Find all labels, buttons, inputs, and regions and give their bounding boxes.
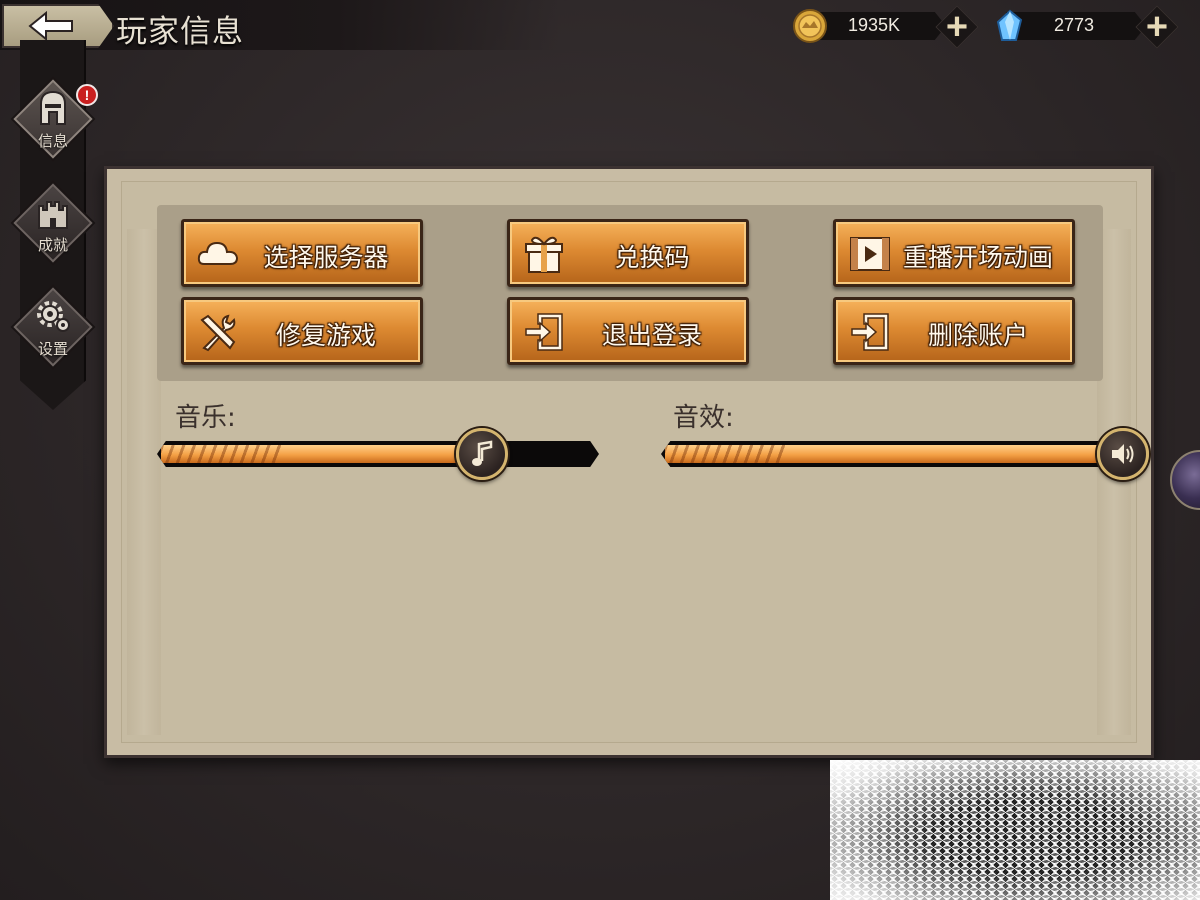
sfx-volume-fill [665, 445, 1123, 463]
tab-achievements-label: 成就 [37, 236, 68, 254]
diamond-amount: 2773 [1053, 15, 1095, 35]
speaker-icon [1112, 444, 1134, 464]
diamond-currency: 2773 + [992, 5, 1182, 49]
repair-game-label: 修复游戏 [275, 321, 376, 350]
repair-game-button[interactable]: 修复游戏 [181, 297, 423, 365]
replay-intro-button[interactable]: 重播开场动画 [833, 219, 1075, 287]
logout-button[interactable]: 退出登录 [507, 297, 749, 365]
sfx-label: 音效: [673, 403, 734, 433]
delete-account-label: 删除账户 [927, 321, 1028, 350]
replay-intro-label: 重播开场动画 [902, 243, 1053, 272]
music-label: 音乐: [175, 403, 236, 433]
tab-info-label: 信息 [37, 132, 68, 150]
page-title: 玩家信息 [116, 14, 244, 50]
tab-settings-label: 设置 [37, 340, 68, 358]
redeem-code-button[interactable]: 兑换码 [507, 219, 749, 287]
music-volume-fill [161, 445, 482, 463]
sfx-volume-slider[interactable] [661, 441, 1127, 467]
add-gold-button[interactable]: + [938, 4, 976, 48]
tab-info[interactable]: 信息 ! [12, 78, 98, 160]
left-column-decoration [127, 229, 161, 735]
tools-icon [200, 314, 236, 352]
settings-panel: 选择服务器 兑换码 重播开场动画 修复游戏 退出登录 删除账户 音乐: 音效: [104, 166, 1154, 758]
cloud-icon [197, 241, 239, 265]
select-server-button[interactable]: 选择服务器 [181, 219, 423, 287]
tab-achievements[interactable]: 成就 [12, 182, 94, 264]
logout-label: 退出登录 [601, 321, 702, 350]
helmet-icon [40, 90, 66, 125]
logout-icon [851, 313, 889, 351]
music-slider-handle[interactable] [456, 428, 508, 480]
gold-amount: 1935K [847, 15, 901, 35]
gear-icon [37, 301, 70, 332]
music-note-icon [472, 440, 493, 466]
redeem-code-label: 兑换码 [614, 243, 690, 272]
gift-icon [525, 236, 563, 273]
side-portrait-orb [1170, 450, 1200, 510]
castle-icon [38, 201, 68, 229]
sfx-slider-handle[interactable] [1097, 428, 1149, 480]
video-play-icon [850, 237, 890, 271]
gold-currency: 1935K + [792, 5, 982, 49]
notification-badge: ! [76, 84, 98, 106]
logout-icon [525, 313, 563, 351]
music-volume-slider[interactable] [157, 441, 599, 467]
back-arrow-icon [28, 11, 73, 41]
select-server-label: 选择服务器 [263, 243, 389, 272]
delete-account-button[interactable]: 删除账户 [833, 297, 1075, 365]
tab-settings[interactable]: 设置 [12, 286, 94, 368]
add-diamond-button[interactable]: + [1138, 4, 1176, 48]
noise-overlay-patch [830, 760, 1200, 900]
